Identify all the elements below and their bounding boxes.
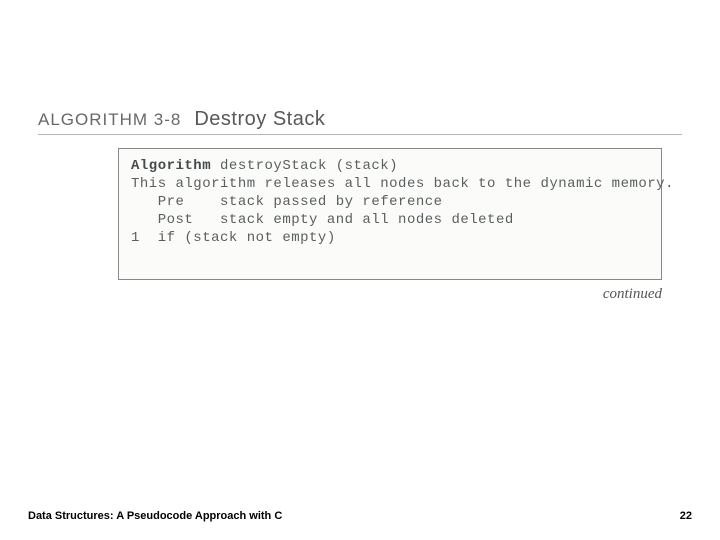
- code-line-5: 1 if (stack not empty): [131, 230, 336, 246]
- footer-page-number: 22: [680, 510, 692, 522]
- keyword-algorithm: Algorithm: [131, 158, 211, 174]
- code-line-3: Pre stack passed by reference: [131, 194, 443, 210]
- heading-divider: [38, 134, 682, 135]
- algorithm-heading: ALGORITHM 3-8 Destroy Stack: [38, 108, 325, 131]
- footer-book-title: Data Structures: A Pseudocode Approach w…: [28, 510, 282, 522]
- pseudocode-text: Algorithm destroyStack (stack) This algo…: [131, 157, 649, 247]
- pseudocode-box: Algorithm destroyStack (stack) This algo…: [118, 148, 662, 280]
- algorithm-number: ALGORITHM 3-8: [38, 110, 181, 129]
- slide: ALGORITHM 3-8 Destroy Stack Algorithm de…: [0, 0, 720, 540]
- code-line-1-rest: destroyStack (stack): [211, 158, 398, 174]
- continued-label: continued: [603, 286, 662, 303]
- code-line-2: This algorithm releases all nodes back t…: [131, 176, 674, 192]
- code-line-4: Post stack empty and all nodes deleted: [131, 212, 514, 228]
- algorithm-title: Destroy Stack: [194, 108, 325, 130]
